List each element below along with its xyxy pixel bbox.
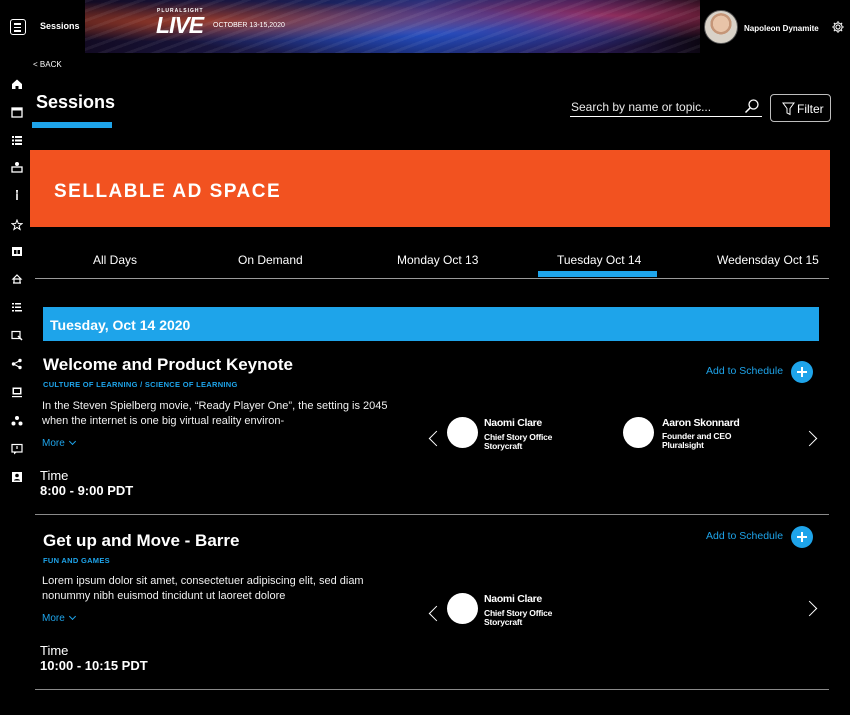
event-dates: OCTOBER 13-15,2020 [213, 22, 285, 29]
session-time: 8:00 - 9:00 PDT [40, 483, 134, 498]
day-header: Tuesday, Oct 14 2020 [43, 307, 819, 341]
search-icon[interactable] [744, 98, 760, 114]
feedback-icon[interactable] [11, 330, 23, 342]
more-label: More [42, 438, 65, 449]
torch-icon[interactable] [11, 189, 23, 201]
ad-banner[interactable]: SELLABLE AD SPACE [30, 150, 830, 227]
speaker-org: Pluralsight [662, 440, 704, 450]
more-button[interactable]: More [42, 437, 76, 449]
filter-icon [782, 102, 795, 116]
ordered-list-icon[interactable] [11, 301, 23, 313]
chevron-down-icon [68, 437, 76, 446]
list-icon[interactable] [11, 134, 23, 146]
session-category[interactable]: FUN AND GAMES [43, 556, 110, 565]
add-icon[interactable] [791, 526, 813, 548]
divider [35, 514, 829, 515]
session-category[interactable]: CULTURE OF LEARNING / SCIENCE OF LEARNIN… [43, 380, 238, 389]
tab-monday[interactable]: Monday Oct 13 [397, 253, 478, 267]
search-input[interactable]: Search by name or topic... [570, 96, 762, 117]
filter-label: Filter [797, 102, 824, 116]
chat-icon[interactable] [11, 443, 23, 455]
session-description: In the Steven Spielberg movie, “Ready Pl… [42, 400, 388, 427]
more-label: More [42, 613, 65, 624]
filter-button[interactable]: Filter [770, 94, 831, 122]
tab-on-demand[interactable]: On Demand [238, 253, 303, 267]
chevron-right-icon[interactable] [801, 600, 818, 617]
monitor-icon[interactable] [11, 386, 23, 398]
network-icon[interactable] [11, 415, 23, 427]
time-label: Time [40, 643, 69, 658]
calendar-plus-icon[interactable] [11, 245, 23, 257]
divider [35, 689, 829, 690]
chevron-left-icon[interactable] [428, 605, 445, 622]
avatar[interactable] [704, 10, 738, 44]
ad-text: SELLABLE AD SPACE [54, 181, 282, 202]
speaker-name[interactable]: Naomi Clare [484, 593, 542, 605]
title-underline [32, 122, 112, 128]
tab-all-days[interactable]: All Days [93, 253, 137, 267]
tab-wednesday[interactable]: Wedensday Oct 15 [717, 253, 819, 267]
day-header-text: Tuesday, Oct 14 2020 [50, 317, 191, 333]
user-name[interactable]: Napoleon Dynamite [744, 24, 819, 33]
speaker-name[interactable]: Aaron Skonnard [662, 417, 740, 429]
tab-tuesday[interactable]: Tuesday Oct 14 [557, 253, 641, 267]
left-nav [0, 53, 30, 715]
session-time: 10:00 - 10:15 PDT [40, 658, 148, 673]
time-label: Time [40, 468, 69, 483]
live-logo[interactable]: LIVE [156, 14, 204, 37]
menu-icon[interactable] [10, 19, 26, 35]
session-description: Lorem ipsum dolor sit amet, consectetuer… [42, 575, 364, 602]
session-title[interactable]: Get up and Move - Barre [43, 531, 239, 551]
speaker-name[interactable]: Naomi Clare [484, 417, 542, 429]
search-placeholder: Search by name or topic... [571, 100, 712, 114]
add-icon[interactable] [791, 361, 813, 383]
speaker-photo[interactable] [447, 417, 478, 448]
calendar-icon[interactable] [11, 106, 23, 118]
day-tabs: All Days On Demand Monday Oct 13 Tuesday… [35, 250, 829, 279]
star-icon[interactable] [11, 219, 23, 231]
active-tab-indicator [538, 271, 657, 277]
expo-icon[interactable] [11, 273, 23, 285]
page-title: Sessions [36, 92, 116, 112]
top-bar: Sessions PLURALSIGHT LIVE OCTOBER 13-15,… [0, 0, 850, 53]
chevron-left-icon[interactable] [428, 430, 445, 447]
add-to-schedule-link[interactable]: Add to Schedule [706, 365, 783, 377]
home-icon[interactable] [11, 78, 23, 90]
speaker-photo[interactable] [447, 593, 478, 624]
share-icon[interactable] [11, 358, 23, 370]
gear-icon[interactable] [831, 20, 845, 34]
back-link[interactable]: < BACK [33, 60, 62, 69]
speaker-photo[interactable] [623, 417, 654, 448]
contact-icon[interactable] [11, 471, 23, 483]
speaker-org: Storycraft [484, 441, 523, 451]
session-title[interactable]: Welcome and Product Keynote [43, 355, 293, 375]
speaker-org: Storycraft [484, 617, 523, 627]
presenter-icon[interactable] [11, 161, 23, 173]
section-title: Sessions [40, 21, 80, 31]
add-to-schedule-link[interactable]: Add to Schedule [706, 530, 783, 542]
more-button[interactable]: More [42, 612, 76, 624]
chevron-down-icon [68, 612, 76, 621]
chevron-right-icon[interactable] [801, 430, 818, 447]
